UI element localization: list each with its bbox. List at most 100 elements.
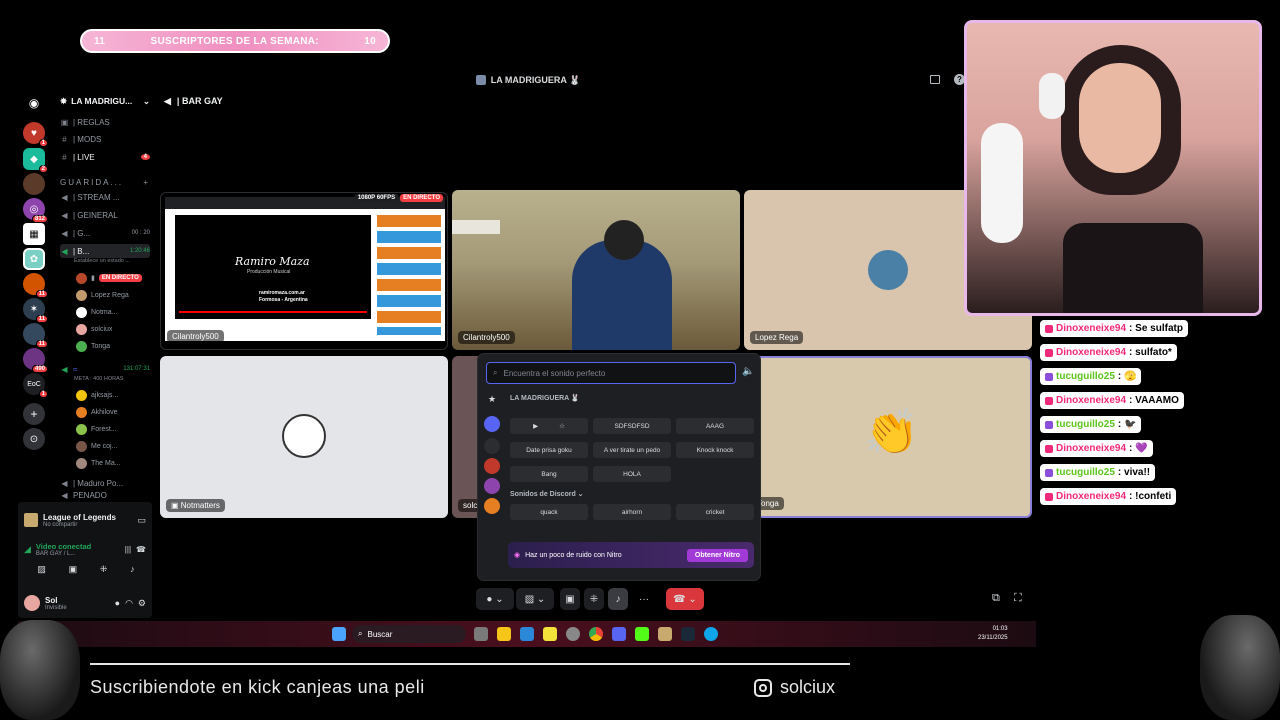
add-server-icon[interactable]: +	[23, 403, 45, 425]
voice-channel-item[interactable]: ◀ | G... 00 : 20	[60, 226, 150, 240]
sound-button[interactable]: Knock knock	[676, 442, 754, 458]
server-icon[interactable]: ♥ 1	[23, 122, 48, 147]
chat-username: Dinoxeneixe94	[1056, 323, 1127, 334]
mic-icon[interactable]: ●	[115, 598, 120, 608]
sound-button[interactable]: HOLA	[593, 466, 671, 482]
channel-item[interactable]: # | MODS	[60, 132, 150, 146]
server-shortcut-icon[interactable]	[484, 458, 500, 474]
sound-button[interactable]: airhorn	[593, 504, 671, 520]
speaker-icon: ◀	[61, 246, 68, 256]
channel-item[interactable]: ▣ | REGLAS	[60, 115, 150, 129]
video-progress[interactable]	[179, 311, 367, 313]
discord-home-icon[interactable]: ◉	[23, 92, 45, 114]
voice-user[interactable]: ajksajs...	[76, 388, 152, 402]
noise-suppression-icon[interactable]: |||	[125, 545, 131, 554]
app-icon[interactable]	[543, 627, 557, 641]
server-icon[interactable]: ✿	[23, 248, 45, 270]
server-icon[interactable]: EoC 1	[23, 373, 48, 398]
edge-icon[interactable]	[704, 627, 718, 641]
photos-icon[interactable]	[520, 627, 534, 641]
soundboard-button[interactable]: ♪	[608, 588, 628, 610]
video-tile[interactable]: Cilantroly500	[452, 190, 740, 350]
server-icon[interactable]: ◆ 2	[23, 148, 48, 173]
sound-button[interactable]: Bang	[510, 466, 588, 482]
sound-button-preview[interactable]: ▶ ☆	[510, 418, 588, 434]
server-icon[interactable]: ✶ 11	[23, 298, 48, 323]
server-header[interactable]: ✸ LA MADRIGU... ⌄	[60, 94, 150, 108]
voice-channel-item[interactable]: ◀ | Maduro Po...	[60, 476, 150, 490]
league-icon[interactable]	[658, 627, 672, 641]
get-nitro-button[interactable]: Obtener Nitro	[686, 548, 748, 562]
screen-share-icon[interactable]: ▭	[137, 515, 146, 526]
sound-button[interactable]: quack	[510, 504, 588, 520]
sound-button[interactable]: Date prisa goku	[510, 442, 588, 458]
voice-channel-item[interactable]: ◀ PENADO	[60, 490, 150, 500]
explore-icon[interactable]: ⊙	[23, 428, 45, 450]
voice-user[interactable]: solciux	[76, 322, 152, 336]
activities-icon[interactable]: ⁜	[100, 564, 108, 580]
steam-icon[interactable]	[681, 627, 695, 641]
server-shortcut-icon[interactable]	[484, 498, 500, 514]
gear-icon[interactable]: ⚙	[138, 598, 146, 609]
kick-icon[interactable]	[635, 627, 649, 641]
discord-icon[interactable]	[612, 627, 626, 641]
clock[interactable]: 01:03 23/11/2025	[978, 625, 1008, 643]
voice-channel-item[interactable]: ◀ | STREAM ...	[60, 190, 150, 204]
mic-button[interactable]: ● ⌄	[476, 588, 514, 610]
channel-item[interactable]: # | LIVE 4	[60, 150, 150, 164]
disconnect-button[interactable]: ☎ ⌄	[666, 588, 704, 610]
sound-button[interactable]: cricket	[676, 504, 754, 520]
soundboard-icon[interactable]: ♪	[130, 564, 135, 580]
server-shortcut-icon[interactable]	[484, 478, 500, 494]
server-icon[interactable]: ▦	[23, 223, 45, 245]
voice-user[interactable]: Me coj...	[76, 439, 152, 453]
chrome-icon[interactable]	[589, 627, 603, 641]
share-screen-button[interactable]: ▣	[560, 588, 580, 610]
voice-user[interactable]: Tonga	[76, 339, 152, 353]
video-tile[interactable]: Ramiro Maza Producción Musical ramiromaz…	[160, 192, 448, 350]
disconnect-icon[interactable]: ☎	[136, 545, 146, 554]
more-button[interactable]: ···	[634, 588, 654, 610]
voice-user[interactable]: ▮ EN DIRECTO	[76, 271, 152, 285]
inbox-icon[interactable]	[930, 75, 940, 84]
server-icon[interactable]: 11	[23, 323, 48, 348]
video-tile[interactable]: 👏 Tonga	[744, 356, 1032, 518]
avatar[interactable]	[24, 595, 40, 611]
start-icon[interactable]	[332, 627, 346, 641]
voice-user[interactable]: Notma...	[76, 305, 152, 319]
sound-search-input[interactable]: ⌕ Encuentra el sonido perfecto	[486, 362, 736, 384]
sound-button[interactable]: SDFSDFSD	[593, 418, 671, 434]
sound-button[interactable]: A ver tirate un pedo	[593, 442, 671, 458]
voice-user[interactable]: Lopez Rega	[76, 288, 152, 302]
video-tile[interactable]: ▣ Notmatters	[160, 356, 448, 518]
server-icon[interactable]: 11	[23, 273, 48, 298]
activity-row[interactable]: League of Legends No compartir ▭	[24, 508, 146, 532]
voice-channel-item[interactable]: ◀ | GEINERAL	[60, 208, 150, 222]
server-icon[interactable]	[23, 173, 45, 195]
discord-shortcut-icon[interactable]	[484, 438, 500, 454]
add-channel-icon[interactable]: +	[143, 178, 150, 187]
widgets-icon[interactable]	[474, 627, 488, 641]
volume-icon[interactable]: 🔈	[742, 366, 754, 377]
fullscreen-icon[interactable]: ⛶	[1014, 592, 1022, 605]
server-icon[interactable]: 490	[23, 348, 48, 373]
camera-button[interactable]: ▨ ⌄	[516, 588, 554, 610]
voice-user[interactable]: The Ma...	[76, 456, 152, 470]
activities-button[interactable]: ⁜	[584, 588, 604, 610]
pop-out-icon[interactable]: ⧉	[992, 592, 1000, 605]
headphones-icon[interactable]: ◠	[125, 598, 133, 609]
voice-channel-item[interactable]: ◀ ≈131:07:31	[60, 362, 150, 376]
share-screen-icon[interactable]: ▣	[69, 564, 78, 580]
voice-user[interactable]: Forest...	[76, 422, 152, 436]
obs-icon[interactable]	[566, 627, 580, 641]
sound-button[interactable]: AAAG	[676, 418, 754, 434]
star-icon[interactable]: ★	[488, 394, 496, 405]
camera-off-icon[interactable]: ▨	[37, 564, 46, 580]
server-icon[interactable]: ◎ 812	[23, 198, 48, 223]
voice-user[interactable]: Akhilove	[76, 405, 152, 419]
voice-channel-item-selected[interactable]: ◀ | B... 1:20:46	[60, 244, 150, 258]
server-shortcut-icon[interactable]	[484, 416, 500, 432]
file-explorer-icon[interactable]	[497, 627, 511, 641]
taskbar-search[interactable]: ⌕ Buscar	[352, 625, 466, 643]
category-header[interactable]: GUARIDA... +	[60, 175, 150, 189]
